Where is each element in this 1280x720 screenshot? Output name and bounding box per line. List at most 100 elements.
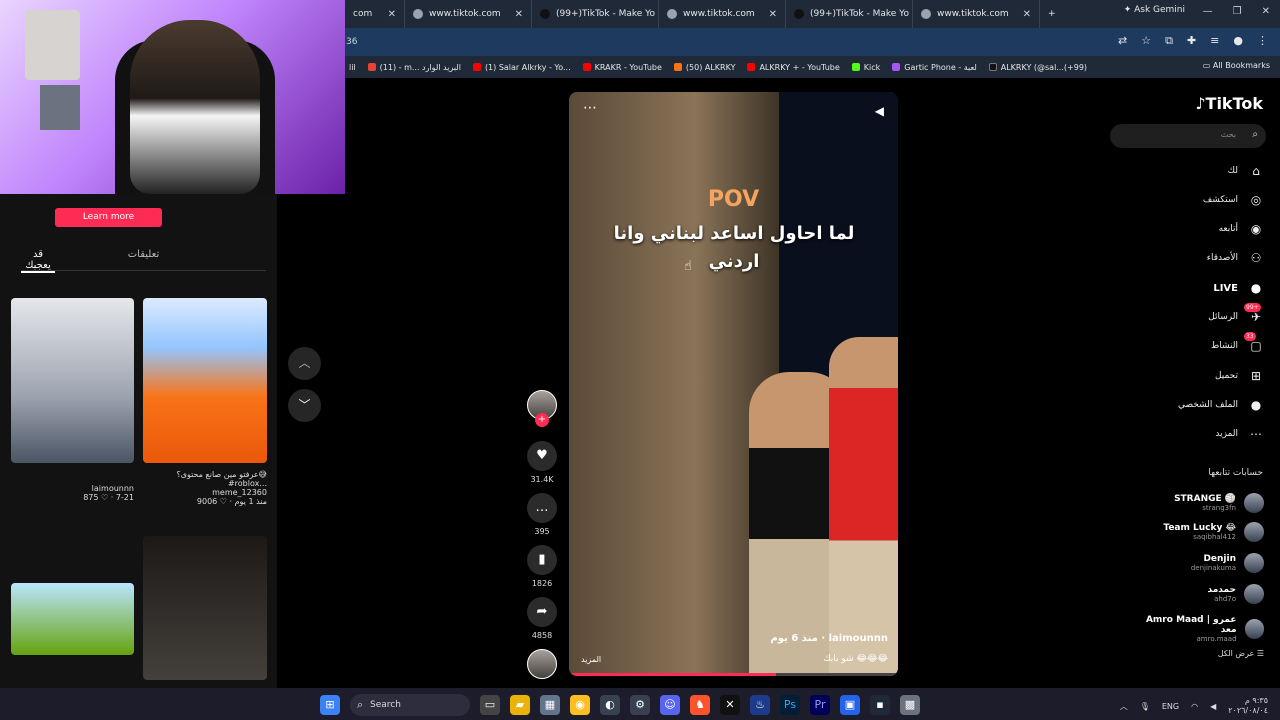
tab-0[interactable]: com ✕ [345,0,405,28]
share-button[interactable]: ➦ 4858 [525,597,559,640]
author-avatar[interactable]: + [525,390,559,427]
nav-upload[interactable]: تحميل ⊞ [1215,368,1264,384]
restore-icon[interactable]: ❐ [1233,6,1242,17]
chevron-up-icon: ︿ [298,356,311,370]
nav-more[interactable]: المزيد ⋯ [1215,426,1264,442]
profile-icon[interactable]: ● [1233,34,1243,48]
chrome-icon[interactable]: ◉ [570,695,590,715]
all-bookmarks-button[interactable]: ▭ All Bookmarks [1203,61,1270,70]
minimize-icon[interactable]: — [1203,6,1213,17]
close-icon[interactable]: ✕ [1023,9,1031,20]
following-account[interactable]: Amro Maad | عمرو معد amro.maad [1130,615,1264,643]
file-explorer-icon[interactable]: ▰ [510,695,530,715]
video-player[interactable]: ⋯ ◀ POV لما احاول اساعد لبناني وانا اردن… [569,92,898,676]
tab-3[interactable]: www.tiktok.com ✕ [659,0,786,28]
following-account[interactable]: حمدمد ahd7o [1208,584,1264,604]
chevron-up-icon[interactable]: ︿ [1120,701,1128,712]
wifi-icon[interactable]: ◠ [1191,702,1198,711]
bookmark-6[interactable]: Kick [851,63,880,72]
following-account[interactable]: Denjin denjinakuma [1191,553,1264,573]
comment-button[interactable]: … 395 [525,493,559,536]
following-account[interactable]: STRANGE 🏐 strang3fn [1174,493,1264,513]
like-button[interactable]: ♥ 31.4K [525,441,559,484]
nav-friends[interactable]: الأصدقاء ⚇ [1207,250,1264,266]
follow-plus-icon[interactable]: + [535,413,549,427]
nav-live[interactable]: LIVE ● [1213,280,1264,296]
nav-for-you[interactable]: لك ⌂ [1228,163,1264,179]
tiktok-logo[interactable]: ♪TikTok [1195,94,1263,113]
settings-icon[interactable]: ⚙ [630,695,650,715]
address-bar[interactable]: 36 ⇄ ☆ ⧉ ✚ ≡ ● ⋮ [345,28,1280,56]
bookmark-8[interactable]: ALKRKY (@sal...(+99) [988,63,1087,72]
search-icon[interactable]: ⌕ [1252,129,1258,140]
brave-icon[interactable]: ♞ [690,695,710,715]
bookmark-3[interactable]: KRAKR - YouTube [582,63,662,72]
minecraft-icon[interactable]: ▩ [900,695,920,715]
tab-you-may-like[interactable]: قد يعجبك [21,249,55,273]
music-avatar[interactable] [525,649,559,679]
volume-icon[interactable]: ◀ [875,104,884,118]
nav-label: لك [1227,166,1238,176]
video-thumbnail[interactable] [11,583,134,655]
menu-icon[interactable]: ⋮ [1257,34,1268,48]
nav-messages[interactable]: الرسائل ✈ 99+ [1208,303,1264,325]
app-icon-2[interactable]: ▪ [870,695,890,715]
store-icon[interactable]: ▦ [540,695,560,715]
more-button[interactable]: المزيد [581,655,601,664]
extension-icon[interactable]: ⧉ [1165,34,1173,48]
nav-activity[interactable]: النشاط ▢ 33 [1211,332,1264,354]
bookmark-0[interactable]: lil [349,63,356,72]
clock[interactable]: ٩:٣٥ م ٢٠٢٦/٠٨/٠٤ [1228,696,1268,716]
see-all-button[interactable]: عرض الكل ☰ [1218,649,1264,658]
task-view-icon[interactable]: ▭ [480,695,500,715]
close-window-icon[interactable]: ✕ [1262,6,1270,17]
learn-more-button[interactable]: Learn more [55,208,162,227]
bookmark-1[interactable]: (11) - m... البريد الوارد [367,63,461,72]
star-icon[interactable]: ☆ [1141,34,1151,48]
video-author[interactable]: منذ 6 يوم · laimounnn [771,633,888,644]
video-thumbnail[interactable] [143,298,267,463]
more-options-icon[interactable]: ⋯ [583,100,597,116]
close-icon[interactable]: ✕ [515,9,523,20]
new-tab-button[interactable]: + [1040,0,1064,28]
search-input[interactable]: بحث ⌕ [1110,124,1266,148]
message-icon: ✈ 99+ [1244,303,1262,324]
video-thumbnail[interactable] [11,298,134,463]
windows-start-icon[interactable]: ⊞ [320,695,340,715]
bookmark-2[interactable]: (1) Salar Alkrky - Yo... [472,63,571,72]
obs-icon[interactable]: ◐ [600,695,620,715]
previous-video-button[interactable]: ︿ [288,347,321,380]
media-icon[interactable]: ≡ [1210,34,1219,48]
video-thumbnail[interactable] [143,536,267,680]
mic-icon[interactable]: 🎙 [1140,702,1150,711]
ask-gemini-button[interactable]: ✦ Ask Gemini [1124,5,1185,15]
tab-4[interactable]: (99+)TikTok - Make Yo✕ [786,0,913,28]
tab-comments[interactable]: تعليقات [21,249,266,270]
bookmark-7[interactable]: Gartic Phone - لعبة [892,63,977,72]
tab-2[interactable]: (99+)TikTok - Make Yo✕ [532,0,659,28]
nav-following[interactable]: أتابعه ◉ [1219,221,1264,237]
close-icon[interactable]: ✕ [769,9,777,20]
video-progress[interactable] [569,673,898,676]
translate-icon[interactable]: ⇄ [1118,34,1127,48]
photoshop-icon[interactable]: Ps [780,695,800,715]
bookmark-5[interactable]: ALKRKY + - YouTube [747,63,840,72]
nav-explore[interactable]: استكشف ◎ [1203,192,1264,208]
close-icon[interactable]: ✕ [388,9,396,20]
taskbar-search[interactable]: Search [350,694,470,716]
discord-icon[interactable]: ☺ [660,695,680,715]
next-video-button[interactable]: ﹀ [288,389,321,422]
save-button[interactable]: ▮ 1826 [525,545,559,588]
following-account[interactable]: Team Lucky 😂 saqibhal412 [1163,522,1264,542]
tab-1[interactable]: www.tiktok.com ✕ [405,0,532,28]
app-icon[interactable]: ▣ [840,695,860,715]
language-indicator[interactable]: ENG [1162,702,1179,711]
tab-5[interactable]: www.tiktok.com ✕ [913,0,1040,28]
steam-icon[interactable]: ♨ [750,695,770,715]
premiere-icon[interactable]: Pr [810,695,830,715]
puzzle-icon[interactable]: ✚ [1187,34,1196,48]
nav-profile[interactable]: الملف الشخصي ● [1178,397,1264,413]
bookmark-4[interactable]: (50) ALKRKY [673,63,735,72]
volume-icon[interactable]: ◀ [1210,702,1216,711]
capcut-icon[interactable]: ✕ [720,695,740,715]
